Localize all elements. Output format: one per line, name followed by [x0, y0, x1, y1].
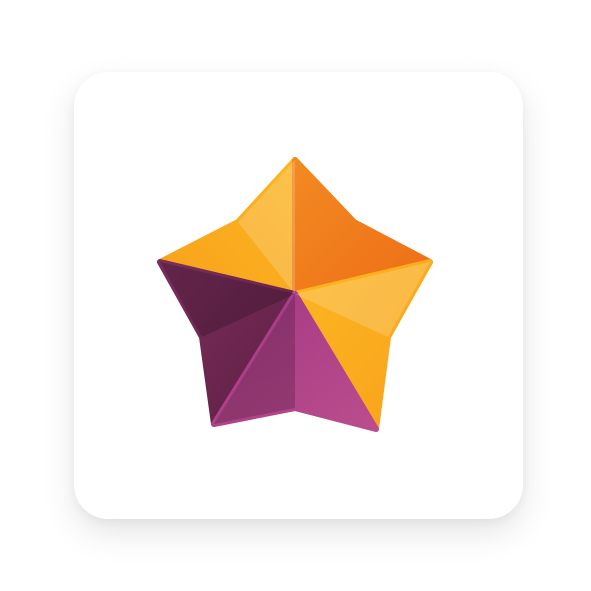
app-icon-tile[interactable]	[74, 72, 523, 519]
star-icon	[157, 157, 433, 432]
canvas	[0, 0, 591, 591]
